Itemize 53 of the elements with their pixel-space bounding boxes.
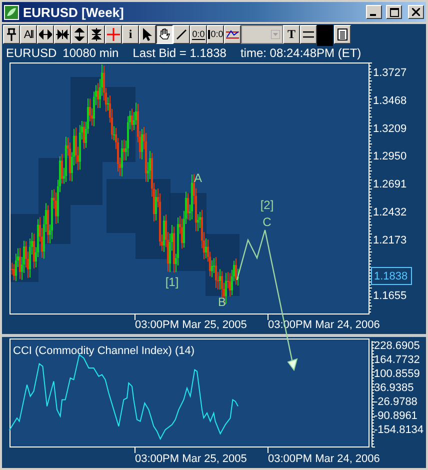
- app-icon: [4, 4, 19, 20]
- indicator-title: CCI (Commodity Channel Index) (14): [13, 345, 195, 357]
- maximize-icon: [390, 8, 398, 16]
- period-label: 10080 min: [62, 46, 119, 60]
- time-axis-label: 03:00PM Mar 24, 2006: [268, 453, 380, 465]
- maximize-button[interactable]: [386, 5, 402, 19]
- line-icon: [175, 28, 188, 41]
- compress-horizontal-icon: [56, 28, 69, 41]
- price-axis-label: 1.3209: [373, 122, 407, 135]
- last-price-marker: 1.1838: [371, 266, 412, 285]
- cci-axis-label: 228.6905: [374, 340, 420, 352]
- toolbar-button[interactable]: All: [20, 25, 37, 44]
- crosshair-icon: [107, 28, 120, 41]
- close-icon: [412, 8, 420, 16]
- minimize-button[interactable]: [366, 5, 382, 19]
- price-axis-label: 1.2950: [373, 150, 407, 163]
- close-button[interactable]: [408, 5, 424, 19]
- compress-vertical-icon: [90, 28, 103, 41]
- price-axis-label: 1.3727: [373, 67, 407, 79]
- time-axis-label: 03:00PM Mar 25, 2005: [135, 453, 247, 465]
- cci-axis-label: 100.8559: [374, 368, 420, 380]
- notes-icon: [336, 28, 349, 41]
- toolbar-button[interactable]: [156, 25, 173, 44]
- price-axis-label: 1.2173: [373, 234, 407, 246]
- wave-label: C: [262, 215, 272, 229]
- price-axis-label: 1.3468: [373, 94, 407, 107]
- toolbar-button[interactable]: i: [122, 25, 139, 44]
- wave-icon: [226, 28, 239, 41]
- expand-horizontal-icon: [39, 28, 52, 41]
- symbol-label: EURUSD: [6, 46, 57, 60]
- cci-axis-label: -26.9788: [374, 396, 418, 408]
- cci-axis-label: -90.8961: [374, 410, 418, 422]
- cci-axis-label: 36.9385: [374, 382, 414, 394]
- wave-label: [1]: [165, 275, 179, 289]
- toolbar-button[interactable]: 0:0: [190, 25, 207, 44]
- cci-axis-label: -154.8134: [374, 424, 424, 436]
- expand-vertical-icon: [73, 28, 86, 41]
- time-label: time: 08:24:48PM (ET): [240, 46, 362, 60]
- cci-axis-label: 164.7732: [374, 354, 420, 366]
- wave-label: [2]: [260, 198, 274, 212]
- price-axis-label: 1.2691: [373, 178, 407, 191]
- pointer-icon: [141, 28, 154, 41]
- wave-label: B: [218, 295, 226, 309]
- price-axis-label: 1.1655: [373, 290, 407, 302]
- pin-icon: [5, 28, 18, 41]
- dropdown-arrow-icon: [271, 30, 280, 39]
- toolbar-button[interactable]: 0:0: [207, 25, 224, 44]
- hand-icon: [158, 28, 171, 41]
- toolbar-button[interactable]: T: [283, 25, 300, 44]
- price-axis-label: 1.2432: [373, 206, 407, 218]
- last-bid-label: Last Bid = 1.1838: [132, 46, 226, 60]
- window-title: EURUSD [Week]: [23, 4, 125, 20]
- time-axis-label: 03:00PM Mar 25, 2005: [135, 319, 247, 331]
